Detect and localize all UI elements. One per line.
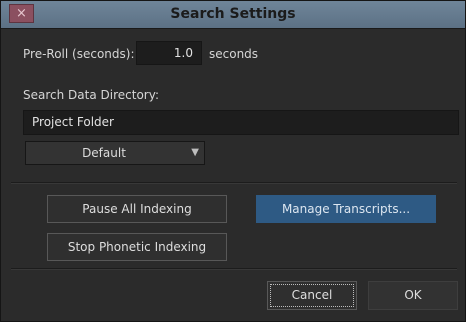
search-dir-select-value: Default (82, 146, 126, 160)
search-dir-input[interactable]: Project Folder (23, 110, 459, 135)
search-dir-select[interactable]: Default ▼ (25, 141, 205, 165)
manage-transcripts-button[interactable]: Manage Transcripts... (256, 195, 436, 223)
divider-top (11, 182, 457, 184)
preroll-input[interactable]: 1.0 (136, 41, 202, 65)
preroll-unit-label: seconds (209, 47, 259, 61)
divider-bottom (11, 268, 457, 270)
cancel-button[interactable]: Cancel (267, 281, 357, 310)
title-bar[interactable]: Search Settings × (1, 1, 465, 29)
stop-phonetic-indexing-button[interactable]: Stop Phonetic Indexing (47, 233, 227, 261)
preroll-label: Pre-Roll (seconds): (23, 47, 135, 61)
search-settings-dialog: Search Settings × Pre-Roll (seconds): 1.… (0, 0, 466, 322)
close-icon[interactable]: × (9, 4, 34, 23)
chevron-down-icon: ▼ (191, 147, 199, 158)
pause-indexing-button[interactable]: Pause All Indexing (47, 195, 227, 223)
ok-button[interactable]: OK (368, 281, 458, 310)
window-title: Search Settings (170, 6, 296, 22)
search-dir-label: Search Data Directory: (23, 88, 159, 102)
